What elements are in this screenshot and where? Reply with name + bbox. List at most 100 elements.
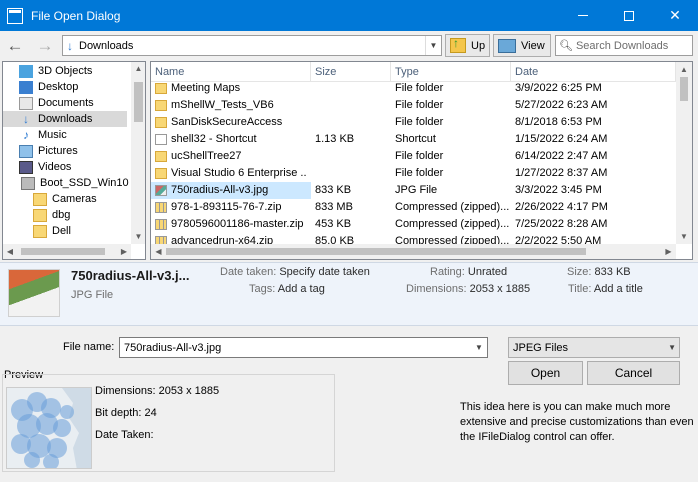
scroll-up-icon[interactable]: ▲ bbox=[676, 62, 692, 77]
file-name: shell32 - Shortcut bbox=[171, 133, 257, 145]
file-type: JPG File bbox=[395, 184, 438, 196]
folder-tree[interactable]: 3D Objects Desktop Documents ↓ Downloads … bbox=[2, 61, 146, 260]
maximize-icon bbox=[624, 10, 634, 21]
tree-item-documents[interactable]: Documents bbox=[19, 95, 94, 111]
file-list-vertical-scrollbar[interactable]: ▲ ▼ bbox=[676, 62, 692, 244]
title-field[interactable]: Add a title bbox=[594, 283, 643, 295]
file-list[interactable]: Name Size Type Date Meeting Maps File fo… bbox=[150, 61, 693, 260]
details-dimensions: Dimensions: 2053 x 1885 bbox=[406, 283, 530, 295]
file-row[interactable]: shell32 - Shortcut 1.13 KB Shortcut 1/15… bbox=[151, 131, 676, 148]
preview-dimensions: Dimensions: 2053 x 1885 bbox=[95, 385, 220, 397]
scroll-down-icon[interactable]: ▼ bbox=[676, 229, 692, 244]
details-tags: Tags: Add a tag bbox=[249, 283, 325, 295]
maximize-button[interactable] bbox=[606, 0, 652, 31]
file-list-vertical-scroll-thumb[interactable] bbox=[680, 77, 688, 101]
scroll-right-icon[interactable]: ▶ bbox=[117, 244, 131, 259]
file-date: 3/9/2022 6:25 PM bbox=[515, 82, 602, 94]
minimize-icon bbox=[578, 15, 588, 16]
details-rating: Rating: Unrated bbox=[430, 266, 507, 278]
folder-icon bbox=[155, 117, 167, 128]
drive-icon bbox=[21, 176, 35, 190]
music-icon: ♪ bbox=[23, 127, 29, 142]
file-list-horizontal-scrollbar[interactable]: ◀ ▶ bbox=[151, 244, 676, 259]
search-placeholder: Search Downloads bbox=[575, 39, 669, 52]
title-bar: File Open Dialog ✕ bbox=[0, 0, 698, 31]
tree-vertical-scroll-thumb[interactable] bbox=[134, 82, 143, 122]
file-size bbox=[315, 114, 391, 131]
file-name: Meeting Maps bbox=[171, 82, 241, 94]
up-button[interactable]: Up bbox=[445, 34, 490, 57]
tree-item-label: Cameras bbox=[52, 193, 97, 205]
tree-item-videos[interactable]: Videos bbox=[19, 159, 71, 175]
tree-item-pictures[interactable]: Pictures bbox=[19, 143, 78, 159]
tree-horizontal-scrollbar[interactable]: ◀ ▶ bbox=[3, 244, 131, 259]
file-row[interactable]: mShellW_Tests_VB6 File folder 5/27/2022 … bbox=[151, 97, 676, 114]
scroll-right-icon[interactable]: ▶ bbox=[661, 244, 676, 259]
search-input[interactable]: 🔍︎ Search Downloads bbox=[555, 35, 693, 56]
details-file-type: JPG File bbox=[71, 289, 114, 301]
tree-item-desktop[interactable]: Desktop bbox=[19, 79, 78, 95]
chevron-down-icon: ▼ bbox=[475, 343, 483, 352]
minimize-button[interactable] bbox=[560, 0, 606, 31]
file-size: 833 MB bbox=[315, 201, 353, 213]
file-type: File folder bbox=[395, 82, 444, 94]
tree-item-dell[interactable]: Dell bbox=[33, 223, 71, 239]
open-button[interactable]: Open bbox=[508, 361, 583, 385]
file-size bbox=[315, 80, 391, 97]
file-list-horizontal-scroll-thumb[interactable] bbox=[166, 248, 586, 255]
tree-item-dbg[interactable]: dbg bbox=[33, 207, 70, 223]
file-row[interactable]: Visual Studio 6 Enterprise ... File fold… bbox=[151, 165, 676, 182]
file-row[interactable]: 978-1-893115-76-7.zip 833 MB Compressed … bbox=[151, 199, 676, 216]
videos-icon bbox=[19, 160, 33, 174]
file-name: Visual Studio 6 Enterprise ... bbox=[171, 167, 307, 179]
file-type: Compressed (zipped)... bbox=[395, 201, 510, 213]
column-header-size[interactable]: Size bbox=[311, 62, 391, 82]
column-header-type[interactable]: Type bbox=[391, 62, 511, 82]
property-label: Title: bbox=[568, 283, 592, 295]
file-type: File folder bbox=[395, 150, 444, 162]
file-row[interactable]: SanDiskSecureAccess File folder 8/1/2018… bbox=[151, 114, 676, 131]
tree-item-label: Videos bbox=[38, 161, 72, 173]
folder-icon bbox=[155, 83, 167, 94]
scroll-left-icon[interactable]: ◀ bbox=[3, 244, 17, 259]
tree-item-label: Downloads bbox=[38, 113, 93, 125]
view-button[interactable]: View bbox=[493, 34, 551, 57]
date-taken-field[interactable]: Specify date taken bbox=[279, 266, 370, 278]
zip-file-icon bbox=[155, 202, 167, 213]
filename-dropdown-button[interactable]: ▼ bbox=[471, 338, 487, 357]
file-row[interactable]: 9780596001186-master.zip 453 KB Compress… bbox=[151, 216, 676, 233]
tree-item-music[interactable]: ♪ Music bbox=[19, 127, 67, 143]
tags-field[interactable]: Add a tag bbox=[278, 283, 325, 295]
filename-input[interactable]: 750radius-All-v3.jpg ▼ bbox=[119, 337, 488, 358]
preview-panel: Dimensions: 2053 x 1885 Bit depth: 24 Da… bbox=[2, 374, 335, 472]
file-date: 5/27/2022 6:23 AM bbox=[515, 99, 608, 111]
column-header-date[interactable]: Date bbox=[511, 62, 676, 82]
scroll-left-icon[interactable]: ◀ bbox=[151, 244, 166, 259]
tree-vertical-scrollbar[interactable]: ▲ ▼ bbox=[131, 62, 145, 244]
tree-item-3d-objects[interactable]: 3D Objects bbox=[19, 63, 92, 79]
scroll-up-icon[interactable]: ▲ bbox=[131, 62, 145, 76]
file-type-filter[interactable]: JPEG Files ▼ bbox=[508, 337, 680, 358]
forward-button[interactable]: → bbox=[35, 37, 55, 55]
rating-field[interactable]: Unrated bbox=[468, 266, 507, 278]
address-bar[interactable]: ↓ Downloads ▼ bbox=[62, 35, 442, 56]
column-header-name[interactable]: Name bbox=[151, 62, 311, 82]
tree-item-boot-drive[interactable]: Boot_SSD_Win10 bbox=[21, 175, 129, 191]
tree-item-downloads[interactable]: ↓ Downloads bbox=[3, 111, 127, 127]
file-type: File folder bbox=[395, 167, 444, 179]
file-row[interactable]: Meeting Maps File folder 3/9/2022 6:25 P… bbox=[151, 80, 676, 97]
address-dropdown-button[interactable]: ▼ bbox=[425, 36, 441, 55]
scroll-down-icon[interactable]: ▼ bbox=[131, 230, 145, 244]
view-icon bbox=[498, 38, 516, 53]
tree-horizontal-scroll-thumb[interactable] bbox=[21, 248, 105, 255]
folder-icon bbox=[155, 151, 167, 162]
size-value: 833 KB bbox=[594, 266, 631, 278]
file-row[interactable]: ucShellTree27 File folder 6/14/2022 2:47… bbox=[151, 148, 676, 165]
details-title: Title: Add a title bbox=[568, 283, 643, 295]
file-date: 7/25/2022 8:28 AM bbox=[515, 218, 608, 230]
back-button[interactable]: ← bbox=[5, 37, 25, 55]
tree-item-cameras[interactable]: Cameras bbox=[33, 191, 97, 207]
file-row[interactable]: 750radius-All-v3.jpg 833 KB JPG File 3/3… bbox=[151, 182, 676, 199]
cancel-button[interactable]: Cancel bbox=[587, 361, 680, 385]
close-button[interactable]: ✕ bbox=[652, 0, 698, 31]
